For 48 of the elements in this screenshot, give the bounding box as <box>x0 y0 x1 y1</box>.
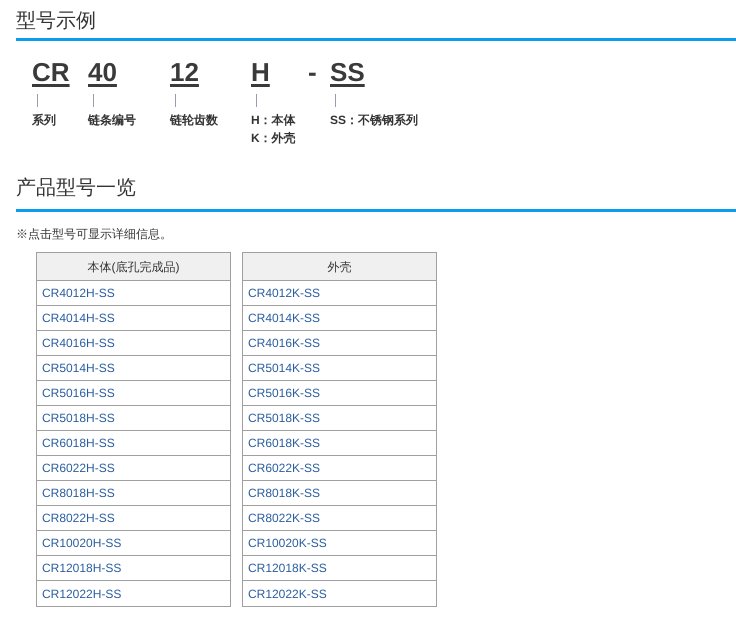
model-link[interactable]: CR12018K-SS <box>248 559 327 577</box>
model-link[interactable]: CR5016K-SS <box>248 384 320 402</box>
model-link[interactable]: CR5018H-SS <box>42 409 115 427</box>
model-link[interactable]: CR4016K-SS <box>248 334 320 352</box>
model-link[interactable]: CR12018H-SS <box>42 559 122 577</box>
code-label: 40 <box>88 56 117 88</box>
model-link[interactable]: CR5014H-SS <box>42 359 115 377</box>
model-link[interactable]: CR10020K-SS <box>248 534 327 552</box>
model-link[interactable]: CR4016H-SS <box>42 334 115 352</box>
model-link[interactable]: CR8022H-SS <box>42 509 115 527</box>
model-link[interactable]: CR6018K-SS <box>248 434 320 452</box>
model-link[interactable]: CR8018H-SS <box>42 484 115 502</box>
tick-line <box>175 94 176 107</box>
model-link[interactable]: CR10020H-SS <box>42 534 122 552</box>
segment-note: 链轮齿数 <box>170 112 218 129</box>
hint-text: ※点击型号可显示详细信息。 <box>16 226 173 242</box>
model-link[interactable]: CR4012H-SS <box>42 284 115 302</box>
tick-line <box>335 94 336 107</box>
code-label: 12 <box>170 56 199 88</box>
section-title: 产品型号一览 <box>16 176 137 201</box>
table-header: 外壳 <box>243 253 436 281</box>
tick-line <box>37 94 38 107</box>
segment-note: H：本体 <box>251 112 296 129</box>
model-link[interactable]: CR5018K-SS <box>248 409 320 427</box>
segment-note: 链条编号 <box>88 112 136 129</box>
code-label: H <box>251 56 270 88</box>
section-title: 型号示例 <box>16 9 97 34</box>
model-link[interactable]: CR4012K-SS <box>248 284 320 302</box>
tick-line <box>93 94 94 107</box>
model-link[interactable]: CR6022H-SS <box>42 459 115 477</box>
model-link[interactable]: CR5014K-SS <box>248 359 320 377</box>
model-link[interactable]: CR12022H-SS <box>42 584 122 602</box>
model-link[interactable]: CR5016H-SS <box>42 384 115 402</box>
separator-dash: - <box>307 56 318 88</box>
segment-note: K：外壳 <box>251 130 296 147</box>
model-link[interactable]: CR4014K-SS <box>248 309 320 327</box>
model-link[interactable]: CR12022K-SS <box>248 584 327 602</box>
table-header: 本体(底孔完成品) <box>37 253 230 281</box>
code-label: CR <box>32 56 70 88</box>
model-link[interactable]: CR4014H-SS <box>42 309 115 327</box>
tick-line <box>256 94 257 107</box>
model-link[interactable]: CR8022K-SS <box>248 509 320 527</box>
segment-note: 系列 <box>32 112 56 129</box>
code-label: SS <box>330 56 365 88</box>
model-link[interactable]: CR6018H-SS <box>42 434 115 452</box>
segment-note: SS：不锈钢系列 <box>330 112 418 129</box>
model-link[interactable]: CR6022K-SS <box>248 459 320 477</box>
model-link[interactable]: CR8018K-SS <box>248 484 320 502</box>
